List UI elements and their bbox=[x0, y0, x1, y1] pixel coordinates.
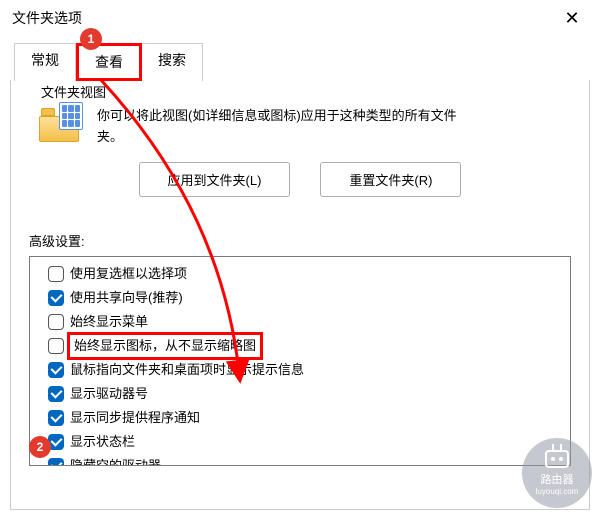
advanced-option-label: 隐藏空的驱动器 bbox=[70, 455, 161, 465]
tab-general[interactable]: 常规 bbox=[14, 43, 76, 81]
advanced-option-label: 显示状态栏 bbox=[70, 431, 135, 453]
apply-to-folders-button[interactable]: 应用到文件夹(L) bbox=[139, 162, 291, 197]
advanced-option-label: 始终显示菜单 bbox=[70, 311, 148, 333]
checkbox-icon[interactable] bbox=[48, 338, 64, 354]
checkbox-icon[interactable] bbox=[48, 362, 64, 378]
advanced-option[interactable]: 显示驱动器号 bbox=[48, 383, 570, 405]
close-button[interactable]: ✕ bbox=[554, 6, 590, 30]
checkbox-icon[interactable] bbox=[48, 458, 64, 465]
watermark-line1: 路由器 bbox=[541, 471, 574, 487]
advanced-option[interactable]: 鼠标指向文件夹和桌面项时显示提示信息 bbox=[48, 359, 570, 381]
folder-view-description: 你可以将此视图(如详细信息或图标)应用于这种类型的所有文件夹。 bbox=[97, 106, 477, 148]
watermark-badge: 路由器 luyouqi.com bbox=[522, 438, 592, 508]
watermark-line2: luyouqi.com bbox=[536, 487, 579, 496]
annotation-step-2: 2 bbox=[29, 436, 51, 458]
advanced-option-label: 显示同步提供程序通知 bbox=[70, 407, 200, 429]
checkbox-icon[interactable] bbox=[48, 410, 64, 426]
dialog-title: 文件夹选项 bbox=[12, 8, 82, 28]
checkbox-icon[interactable] bbox=[48, 386, 64, 402]
advanced-option-label: 使用复选框以选择项 bbox=[70, 263, 187, 285]
advanced-option-label: 鼠标指向文件夹和桌面项时显示提示信息 bbox=[70, 359, 304, 381]
advanced-settings-label: 高级设置: bbox=[29, 231, 571, 250]
tab-search[interactable]: 搜索 bbox=[142, 43, 203, 81]
advanced-settings-list[interactable]: 使用复选框以选择项使用共享向导(推荐)始终显示菜单始终显示图标，从不显示缩略图鼠… bbox=[29, 256, 571, 466]
annotation-step-1: 1 bbox=[80, 28, 102, 50]
advanced-option[interactable]: 始终显示菜单 bbox=[48, 311, 570, 333]
folder-view-group: 文件夹视图 你可以将此视图(如详细信息或图标)应用于这种类型的所有文件夹。 应用… bbox=[29, 94, 571, 197]
checkbox-icon[interactable] bbox=[48, 314, 64, 330]
advanced-option[interactable]: 显示同步提供程序通知 bbox=[48, 407, 570, 429]
advanced-settings-section: 高级设置: 使用复选框以选择项使用共享向导(推荐)始终显示菜单始终显示图标，从不… bbox=[29, 231, 571, 466]
advanced-option[interactable]: 隐藏空的驱动器 bbox=[48, 455, 570, 465]
advanced-option[interactable]: 始终显示图标，从不显示缩略图 bbox=[48, 335, 570, 357]
advanced-option[interactable]: 使用复选框以选择项 bbox=[48, 263, 570, 285]
advanced-option[interactable]: 使用共享向导(推荐) bbox=[48, 287, 570, 309]
reset-folders-button[interactable]: 重置文件夹(R) bbox=[320, 162, 461, 197]
checkbox-icon[interactable] bbox=[48, 290, 64, 306]
tab-panel-view: 文件夹视图 你可以将此视图(如详细信息或图标)应用于这种类型的所有文件夹。 应用… bbox=[10, 80, 590, 510]
folder-icon bbox=[39, 106, 81, 142]
folder-view-group-label: 文件夹视图 bbox=[37, 82, 110, 101]
checkbox-icon[interactable] bbox=[48, 266, 64, 282]
advanced-option-label: 始终显示图标，从不显示缩略图 bbox=[70, 335, 260, 357]
advanced-option[interactable]: 显示状态栏 bbox=[48, 431, 570, 453]
advanced-option-label: 使用共享向导(推荐) bbox=[70, 287, 183, 309]
advanced-option-label: 显示驱动器号 bbox=[70, 383, 148, 405]
robot-icon bbox=[545, 450, 569, 468]
